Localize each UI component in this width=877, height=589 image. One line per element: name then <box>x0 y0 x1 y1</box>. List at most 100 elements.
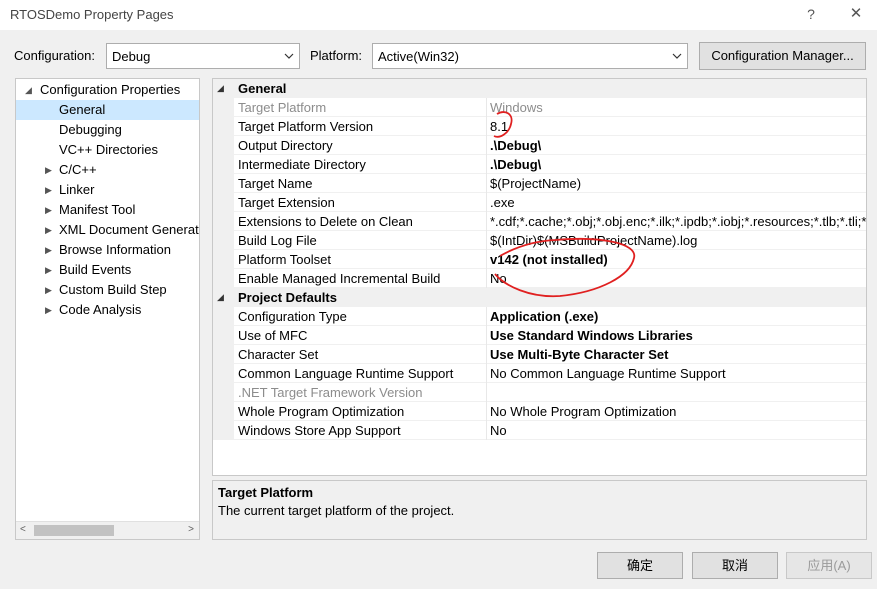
tree-item[interactable]: Manifest Tool <box>59 200 135 220</box>
property-row[interactable]: .NET Target Framework Version <box>213 383 866 402</box>
property-value[interactable]: v142 (not installed) <box>490 250 608 269</box>
ok-button[interactable]: 确定 <box>597 552 683 579</box>
expand-arrow-icon[interactable]: ▶ <box>45 300 55 320</box>
property-row[interactable]: Configuration Type Application (.exe) <box>213 307 866 326</box>
collapse-arrow-icon[interactable]: ◢ <box>217 79 224 98</box>
property-value[interactable]: 8.1 <box>490 117 508 136</box>
tree-item[interactable]: C/C++ <box>59 160 97 180</box>
column-divider[interactable] <box>486 345 487 364</box>
scroll-thumb[interactable] <box>34 525 114 536</box>
row-gutter <box>213 155 234 174</box>
tree-item[interactable]: General <box>16 100 199 120</box>
column-divider[interactable] <box>486 326 487 345</box>
help-button[interactable]: ? <box>801 4 821 24</box>
property-value[interactable]: Windows <box>490 98 543 117</box>
column-divider[interactable] <box>486 193 487 212</box>
configuration-manager-button[interactable]: Configuration Manager... <box>699 42 866 70</box>
property-value[interactable]: Use Standard Windows Libraries <box>490 326 693 345</box>
tree-item[interactable]: Code Analysis <box>59 300 141 320</box>
tree-item[interactable]: Debugging <box>59 120 122 140</box>
property-value[interactable]: .\Debug\ <box>490 155 541 174</box>
property-row[interactable]: Target Extension .exe <box>213 193 866 212</box>
property-row[interactable]: Windows Store App Support No <box>213 421 866 440</box>
column-divider[interactable] <box>486 421 487 440</box>
column-divider[interactable] <box>486 402 487 421</box>
tree-item[interactable]: Build Events <box>59 260 131 280</box>
property-row[interactable]: Whole Program Optimization No Whole Progr… <box>213 402 866 421</box>
tree-item[interactable]: Browse Information <box>59 240 171 260</box>
row-gutter <box>213 231 234 250</box>
grid-category[interactable]: ◢ Project Defaults <box>213 288 866 307</box>
column-divider[interactable] <box>486 136 487 155</box>
property-value[interactable]: .\Debug\ <box>490 136 541 155</box>
property-row[interactable]: Build Log File $(IntDir)$(MSBuildProjectN… <box>213 231 866 250</box>
property-row[interactable]: Target Name $(ProjectName) <box>213 174 866 193</box>
column-divider[interactable] <box>486 231 487 250</box>
property-value[interactable]: $(ProjectName) <box>490 174 581 193</box>
expand-arrow-icon[interactable]: ▶ <box>45 180 55 200</box>
property-row[interactable]: Target Platform Version 8.1 <box>213 117 866 136</box>
expand-arrow-icon[interactable]: ▶ <box>45 160 55 180</box>
column-divider[interactable] <box>486 250 487 269</box>
property-row[interactable]: Common Language Runtime Support No Common… <box>213 364 866 383</box>
row-gutter <box>213 174 234 193</box>
column-divider[interactable] <box>486 307 487 326</box>
property-row[interactable]: Platform Toolset v142 (not installed) <box>213 250 866 269</box>
property-value[interactable]: No Whole Program Optimization <box>490 402 676 421</box>
property-name: Target Platform Version <box>238 119 374 134</box>
column-divider[interactable] <box>486 117 487 136</box>
tree-item[interactable]: XML Document Generat <box>59 220 199 240</box>
row-gutter <box>213 250 234 269</box>
property-value[interactable]: No Common Language Runtime Support <box>490 364 726 383</box>
collapse-arrow-icon[interactable]: ◢ <box>217 288 224 307</box>
property-value[interactable]: Use Multi-Byte Character Set <box>490 345 668 364</box>
tree-item[interactable]: Custom Build Step <box>59 280 167 300</box>
property-row[interactable]: Target Platform Windows <box>213 98 866 117</box>
expand-arrow-icon[interactable]: ▶ <box>45 280 55 300</box>
property-value[interactable]: $(IntDir)$(MSBuildProjectName).log <box>490 231 697 250</box>
platform-dropdown[interactable]: Active(Win32) <box>372 43 688 69</box>
property-row[interactable]: Extensions to Delete on Clean *.cdf;*.cac… <box>213 212 866 231</box>
cancel-button[interactable]: 取消 <box>692 552 778 579</box>
property-value[interactable]: .exe <box>490 193 515 212</box>
category-title: Project Defaults <box>238 290 337 305</box>
column-divider[interactable] <box>486 364 487 383</box>
configuration-dropdown[interactable]: Debug <box>106 43 300 69</box>
expand-arrow-icon[interactable]: ▶ <box>45 220 55 240</box>
tree-item[interactable]: VC++ Directories <box>59 140 158 160</box>
scroll-left-icon[interactable]: < <box>20 524 26 535</box>
background-window-edge <box>0 30 6 589</box>
collapse-arrow-icon[interactable]: ◢ <box>25 80 35 100</box>
property-row[interactable]: Intermediate Directory .\Debug\ <box>213 155 866 174</box>
column-divider[interactable] <box>486 98 487 117</box>
property-row[interactable]: Use of MFC Use Standard Windows Libraries <box>213 326 866 345</box>
tree-item[interactable]: Linker <box>59 180 94 200</box>
column-divider[interactable] <box>486 212 487 231</box>
property-value[interactable]: Application (.exe) <box>490 307 598 326</box>
platform-label: Platform: <box>310 48 363 63</box>
expand-arrow-icon[interactable]: ▶ <box>45 240 55 260</box>
column-divider[interactable] <box>486 383 487 402</box>
property-name: Common Language Runtime Support <box>238 366 454 381</box>
column-divider[interactable] <box>486 174 487 193</box>
property-row[interactable]: Enable Managed Incremental Build No <box>213 269 866 288</box>
column-divider[interactable] <box>486 269 487 288</box>
grid-category[interactable]: ◢ General <box>213 79 866 98</box>
property-value[interactable]: No <box>490 421 507 440</box>
tree-root-configuration-properties[interactable]: Configuration Properties <box>40 80 180 100</box>
property-grid: ◢ General Target Platform Windows Target Pla… <box>212 78 867 476</box>
column-divider[interactable] <box>486 155 487 174</box>
row-gutter <box>213 421 234 440</box>
scroll-right-icon[interactable]: > <box>188 524 194 535</box>
expand-arrow-icon[interactable]: ▶ <box>45 260 55 280</box>
close-button[interactable]: ✕ <box>846 4 866 24</box>
title-bar: RTOSDemo Property Pages ? ✕ <box>0 0 877 30</box>
tree-horizontal-scrollbar[interactable]: < > <box>16 521 199 539</box>
configuration-label: Configuration: <box>14 48 95 63</box>
property-row[interactable]: Character Set Use Multi-Byte Character Se… <box>213 345 866 364</box>
property-value[interactable]: *.cdf;*.cache;*.obj;*.obj.enc;*.ilk;*.ip… <box>490 212 866 231</box>
expand-arrow-icon[interactable]: ▶ <box>45 200 55 220</box>
property-row[interactable]: Output Directory .\Debug\ <box>213 136 866 155</box>
property-value[interactable]: No <box>490 269 507 288</box>
apply-button[interactable]: 应用(A) <box>786 552 872 579</box>
